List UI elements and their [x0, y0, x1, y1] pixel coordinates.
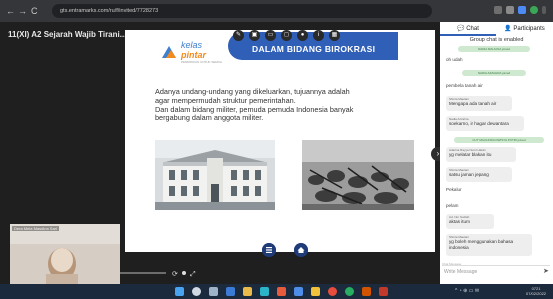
chat-text: Mengapa ada tanah air [449, 101, 497, 106]
join-notice: NADIA AZZAHRA joined [462, 70, 526, 76]
join-notice: CUT MAULINDA DWISYA PUTRI joined [454, 137, 544, 143]
tab-chat-label: Chat [466, 26, 479, 32]
grid-icon[interactable]: ▦ [329, 30, 340, 41]
star-icon[interactable] [506, 6, 514, 14]
taskview-icon[interactable] [209, 287, 218, 296]
explorer-icon[interactable] [243, 287, 252, 296]
screen-icon[interactable]: ▭ [265, 30, 276, 41]
system-tray[interactable]: ^ ◔ ⊕ ▭ ✉ [455, 288, 515, 295]
app-icon[interactable] [379, 287, 388, 296]
search-icon[interactable] [192, 287, 201, 296]
share-icon[interactable] [494, 6, 502, 14]
chat-bubble: Ad. Nur Sodiah aktas itum [446, 214, 494, 229]
chat-text: yg melatar blakan itu [449, 152, 492, 157]
chat-text: aktas itum [449, 219, 470, 224]
chat-message: pelam [446, 203, 459, 208]
chat-message-input[interactable]: Write Message [442, 265, 550, 277]
webcam-feed [10, 224, 120, 286]
store-icon[interactable] [294, 287, 303, 296]
video-controls: ⟳ ⤢ [120, 270, 196, 278]
menu-list-button[interactable] [262, 243, 276, 257]
office-icon[interactable] [277, 287, 286, 296]
camera-icon[interactable]: ▣ [249, 30, 260, 41]
clock-date: 07/02/2022 [526, 291, 547, 296]
tab-chat[interactable]: 💬 Chat [440, 22, 496, 36]
chat-message: Pekalur [446, 187, 462, 192]
tab-participants-label: Participants [513, 26, 545, 32]
meeting-title: 11(XI) A2 Sejarah Wajib Tirani... [8, 30, 127, 39]
join-notice: NADIA MAULINA joined [458, 46, 530, 52]
chrome-icon[interactable] [328, 287, 337, 296]
home-button[interactable] [294, 243, 308, 257]
chat-text: satsu jaman jepang [449, 172, 489, 177]
soldiers-photo [302, 140, 414, 210]
info-icon[interactable]: i [313, 30, 324, 41]
chat-bubble: Nadia Azzahra soekarno, ir hagar dewanta… [446, 116, 524, 131]
reload-icon[interactable]: C [31, 5, 38, 17]
send-icon[interactable]: ➤ [543, 267, 549, 275]
widgets-icon[interactable] [226, 287, 235, 296]
extension-icon[interactable] [518, 6, 526, 14]
chat-status: Group chat is enabled [469, 37, 524, 43]
back-icon[interactable]: ← [6, 5, 15, 17]
clock[interactable]: 0721 07/02/2022 [526, 286, 546, 296]
kelas-pintar-logo-icon [162, 46, 176, 58]
address-bar[interactable]: gts.entramarks.com/ru/f/invited/7728273 [52, 4, 432, 18]
svg-text:⟳: ⟳ [172, 270, 178, 278]
slide-paragraph: Adanya undang-undang yang dikeluarkan, t… [155, 87, 417, 123]
edge-icon[interactable] [260, 287, 269, 296]
menu-icon[interactable] [542, 6, 546, 14]
profile-avatar[interactable] [530, 6, 538, 14]
chat-text: soekarno, ir hagar dewantara [449, 121, 509, 126]
tab-participants[interactable]: 👤 Participants [496, 22, 553, 36]
colonial-building-photo [155, 140, 275, 210]
app-icon[interactable] [345, 287, 354, 296]
logo-text-pintar: pintar [181, 50, 207, 60]
pen-icon[interactable]: ✎ [233, 30, 244, 41]
app-icon[interactable] [362, 287, 371, 296]
para-line: bergabung dalam anggota militer. [155, 113, 264, 123]
chat-icon[interactable]: ◻ [281, 30, 292, 41]
slide-title: DALAM BIDANG BIROKRASI [252, 44, 376, 54]
files-icon[interactable] [311, 287, 320, 296]
chat-bubble: Shinta Maulani yg boleh menggunakan baha… [446, 234, 532, 256]
chat-message: pembela tanah air [446, 83, 483, 88]
start-icon[interactable] [175, 287, 184, 296]
chat-bubble: Shinta Maulani Mengapa ada tanah air [446, 96, 512, 111]
svg-text:⤢: ⤢ [190, 270, 196, 278]
forward-icon[interactable]: → [18, 5, 27, 17]
chat-bubble: Shinta Maulani satsu jaman jepang [446, 167, 512, 182]
chat-bubble: Adarina Rayya Nurul Hakim yg melatar bla… [446, 147, 516, 162]
webcam-participant-name: Dera Mela Masdina Sari [12, 226, 59, 231]
mic-icon[interactable]: ● [297, 30, 308, 41]
chat-text: indonesia [449, 244, 469, 250]
logo-text-kelas: kelas [181, 40, 203, 50]
chat-message: oh udah [446, 57, 463, 62]
logo-subtitle: PENDIDIKAN UNTUK SEMUA [181, 60, 223, 64]
